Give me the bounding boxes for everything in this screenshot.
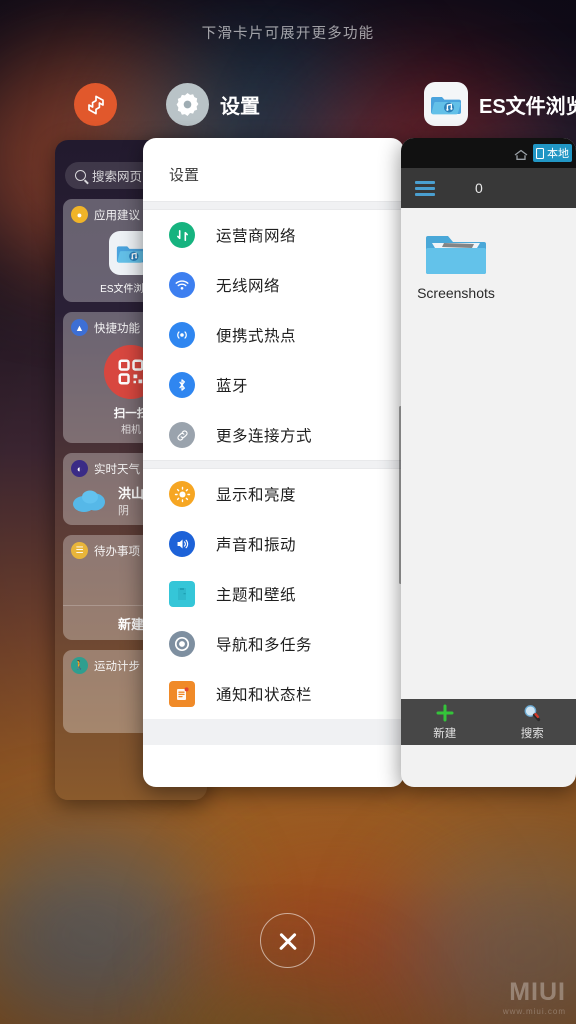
settings-row-label: 无线网络 <box>216 278 281 295</box>
search-button-label: 搜索 <box>520 728 544 740</box>
file-grid: Screenshots <box>401 208 576 741</box>
weather-city: 洪山 <box>118 486 145 501</box>
settings-row-label: 通知和状态栏 <box>216 687 313 704</box>
recents-header-label: ES文件浏览器 <box>479 95 576 118</box>
settings-group-connectivity: 运营商网络 无线网络 便携式热点 蓝牙 更多连接方式 <box>143 210 404 460</box>
es-toolbar-top: 0 <box>401 168 576 208</box>
recents-header-launcher[interactable] <box>74 83 128 126</box>
link-icon <box>169 422 195 448</box>
weather-icon: ◐ <box>71 460 88 477</box>
es-bottom-toolbar: 新建 搜索 <box>401 699 576 745</box>
widget-title: 快捷功能 <box>94 322 140 335</box>
hotspot-icon <box>169 322 195 348</box>
weather-condition: 阴 <box>118 505 129 517</box>
section-separator <box>143 460 404 469</box>
home-icon <box>514 148 528 160</box>
settings-row-label: 更多连接方式 <box>216 428 313 445</box>
new-button[interactable]: 新建 <box>401 699 489 745</box>
settings-row-theme-wallpaper[interactable]: 主题和壁纸 <box>143 569 404 619</box>
sim-network-icon <box>169 222 195 248</box>
widget-title: 应用建议 <box>94 209 140 222</box>
shirt-icon <box>169 581 195 607</box>
settings-row-more-connections[interactable]: 更多连接方式 <box>143 410 404 460</box>
walk-icon: 🚶 <box>71 657 88 674</box>
settings-row-hotspot[interactable]: 便携式热点 <box>143 310 404 360</box>
settings-row-bluetooth[interactable]: 蓝牙 <box>143 360 404 410</box>
search-placeholder: 搜索网页 <box>92 170 143 184</box>
launcher-icon <box>74 83 117 126</box>
settings-row-label: 主题和壁纸 <box>216 587 297 604</box>
notification-doc-icon <box>169 681 195 707</box>
brightness-icon <box>169 481 195 507</box>
settings-row-navigation-multitask[interactable]: 导航和多任务 <box>143 619 404 669</box>
close-all-button[interactable] <box>260 913 315 968</box>
pin-icon: ● <box>71 206 88 223</box>
recents-header-label: 设置 <box>220 96 260 118</box>
chevron-up-icon: ▲ <box>71 319 88 336</box>
magnifier-icon <box>524 705 541 722</box>
navigation-circle-icon <box>169 631 195 657</box>
settings-row-display-brightness[interactable]: 显示和亮度 <box>143 469 404 519</box>
swipe-hint-text: 下滑卡片可展开更多功能 <box>201 26 375 42</box>
watermark-sub: www.miui.com <box>502 1007 566 1016</box>
watermark-main: MIUI <box>509 978 566 1006</box>
settings-row-label: 显示和亮度 <box>216 487 297 504</box>
plus-icon <box>436 704 454 722</box>
list-icon: ☰ <box>71 542 88 559</box>
recents-header-es-file-explorer[interactable]: ES文件浏览器 <box>424 82 576 126</box>
settings-row-notification-statusbar[interactable]: 通知和状态栏 <box>143 669 404 719</box>
new-button-label: 新建 <box>433 728 457 740</box>
settings-footer-spacer <box>143 719 404 745</box>
widget-title: 实时天气 <box>94 463 140 476</box>
settings-row-label: 蓝牙 <box>216 378 249 395</box>
bluetooth-icon <box>169 372 195 398</box>
recents-screen: 下滑卡片可展开更多功能 设置 ES文件浏览 搜索网页 ● 应用建议 ES文件浏览… <box>0 0 576 1024</box>
watermark: MIUI www.miui.com <box>502 978 566 1017</box>
widget-title: 待办事项 <box>94 545 140 558</box>
settings-row-label: 运营商网络 <box>216 228 297 245</box>
recents-header-settings[interactable]: 设置 <box>166 83 260 126</box>
close-icon <box>277 930 299 952</box>
hamburger-menu-icon[interactable] <box>415 178 435 199</box>
status-bar: 本地 <box>401 138 576 168</box>
selection-count: 0 <box>475 180 483 196</box>
settings-row-sound-vibration[interactable]: 声音和振动 <box>143 519 404 569</box>
gear-icon <box>166 83 209 126</box>
status-badge: 本地 <box>533 144 572 162</box>
settings-row-carrier-network[interactable]: 运营商网络 <box>143 210 404 260</box>
folder-name: Screenshots <box>417 285 495 301</box>
recents-card-settings[interactable]: 设置 运营商网络 无线网络 便携式热点 蓝牙 更多连接方式 显示和亮度 声音和振… <box>143 138 404 787</box>
wifi-icon <box>169 272 195 298</box>
settings-row-wifi[interactable]: 无线网络 <box>143 260 404 310</box>
recents-card-es-file-explorer[interactable]: 本地 0 Screenshots 新建 搜索 <box>401 138 576 787</box>
es-file-explorer-icon <box>424 82 468 126</box>
search-button[interactable]: 搜索 <box>489 699 576 745</box>
file-grid-item[interactable]: Screenshots <box>413 230 499 303</box>
settings-group-display: 显示和亮度 声音和振动 主题和壁纸 导航和多任务 通知和状态栏 <box>143 469 404 719</box>
folder-icon <box>426 230 486 277</box>
settings-row-label: 导航和多任务 <box>216 637 313 654</box>
section-separator <box>143 201 404 210</box>
settings-row-label: 声音和振动 <box>216 537 297 554</box>
settings-row-label: 便携式热点 <box>216 328 297 345</box>
page-title: 设置 <box>169 167 200 184</box>
widget-title: 运动计步 <box>94 660 140 673</box>
volume-icon <box>169 531 195 557</box>
search-icon <box>75 170 86 181</box>
status-badge-label: 本地 <box>547 148 569 160</box>
cloud-icon <box>73 490 105 512</box>
